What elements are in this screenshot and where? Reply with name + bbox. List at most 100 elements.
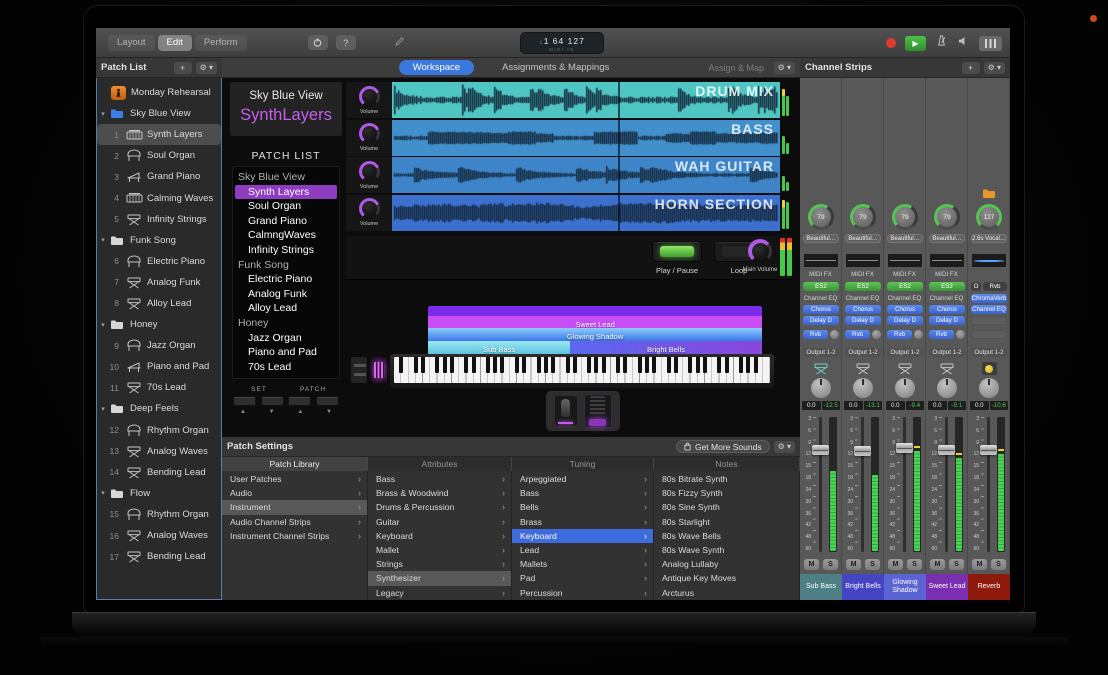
black-key[interactable] bbox=[594, 357, 598, 373]
library-item[interactable]: Brass› bbox=[512, 515, 653, 529]
play-pause-button[interactable] bbox=[652, 241, 702, 262]
send-slot[interactable]: Rvb bbox=[803, 330, 839, 339]
volume-value[interactable]: 0.0 bbox=[886, 401, 905, 410]
black-key[interactable] bbox=[688, 357, 692, 373]
black-key[interactable] bbox=[587, 357, 591, 373]
pan-knob[interactable] bbox=[895, 378, 915, 398]
smart-control-knob[interactable]: 79 bbox=[808, 204, 834, 230]
screen-list-item[interactable]: Sky Blue View bbox=[235, 170, 337, 185]
audio-fx-slot[interactable]: Channel EQ bbox=[926, 295, 967, 302]
solo-button[interactable]: S bbox=[949, 559, 964, 570]
patch-list-row-patch[interactable]: 14Bending Lead bbox=[97, 462, 221, 483]
library-item[interactable]: Analog Lullaby bbox=[654, 557, 799, 571]
library-item[interactable]: Bass› bbox=[368, 472, 511, 486]
set-up-button[interactable] bbox=[233, 396, 256, 406]
play-icon[interactable]: ▶ bbox=[905, 36, 926, 51]
panel-switcher-icon[interactable] bbox=[979, 36, 1002, 51]
output-slot[interactable]: Output 1-2 bbox=[971, 348, 1007, 357]
audio-fx-slot[interactable]: Delay D bbox=[803, 316, 839, 325]
speaker-icon[interactable] bbox=[957, 34, 970, 52]
audio-fx-slot[interactable]: Channel EQ bbox=[800, 295, 841, 302]
audio-fx-slot[interactable]: Channel EQ bbox=[884, 295, 925, 302]
patch-list-row-set[interactable]: ▾Deep Feels bbox=[97, 398, 221, 419]
library-item[interactable]: Keyboard› bbox=[512, 529, 653, 543]
empty-send-slot[interactable] bbox=[971, 330, 1007, 339]
eq-thumbnail[interactable] bbox=[930, 254, 964, 267]
volume-value[interactable]: 0.0 bbox=[844, 401, 863, 410]
send-slot[interactable]: Rvb bbox=[845, 330, 881, 339]
layer-bright-bells[interactable]: Bright Bells bbox=[570, 341, 762, 354]
black-key[interactable] bbox=[725, 357, 729, 373]
library-item[interactable]: Drums & Percussion› bbox=[368, 500, 511, 514]
mode-edit-button[interactable]: Edit bbox=[158, 35, 192, 51]
black-key[interactable] bbox=[703, 357, 707, 373]
library-item[interactable]: 80s Wave Bells bbox=[654, 529, 799, 543]
output-slot[interactable]: Output 1-2 bbox=[929, 348, 965, 357]
black-key[interactable] bbox=[450, 357, 454, 373]
audio-fx-slot[interactable]: Delay D bbox=[887, 316, 923, 325]
smart-control-knob[interactable]: 127 bbox=[976, 204, 1002, 230]
channel-nameplate[interactable]: Sub Bass bbox=[800, 574, 842, 600]
patch-list-row-patch[interactable]: 2Soul Organ bbox=[97, 145, 221, 166]
fader-cap[interactable] bbox=[812, 445, 829, 455]
send-level-knob[interactable] bbox=[956, 330, 965, 339]
audio-fx-slot[interactable]: Chorus bbox=[845, 305, 881, 314]
library-item[interactable]: Pad› bbox=[512, 571, 653, 585]
library-item[interactable]: Arcturus bbox=[654, 586, 799, 600]
channel-strips-action-menu-icon[interactable]: ⚙ ▾ bbox=[984, 62, 1005, 74]
track-volume-knob[interactable] bbox=[359, 123, 380, 144]
waveform-display[interactable]: WAH GUITAR bbox=[392, 157, 780, 193]
black-key[interactable] bbox=[739, 357, 743, 373]
library-item[interactable]: Lead› bbox=[512, 543, 653, 557]
set-down-button[interactable] bbox=[261, 396, 284, 406]
channel-setting-name[interactable]: Beautiful… bbox=[845, 234, 881, 243]
patch-list-row-concert[interactable]: Monday Rehearsal bbox=[97, 82, 221, 103]
library-item[interactable]: 80s Sine Synth bbox=[654, 500, 799, 514]
midi-fx-slot[interactable]: MIDI FX bbox=[884, 271, 925, 278]
library-item[interactable]: Percussion› bbox=[512, 586, 653, 600]
solo-button[interactable]: S bbox=[823, 559, 838, 570]
library-item[interactable]: Keyboard› bbox=[368, 529, 511, 543]
black-key[interactable] bbox=[674, 357, 678, 373]
send-level-knob[interactable] bbox=[872, 330, 881, 339]
patch-list-row-patch[interactable]: 7Analog Funk bbox=[97, 272, 221, 293]
pan-knob[interactable] bbox=[979, 378, 999, 398]
black-key[interactable] bbox=[566, 357, 570, 373]
mute-button[interactable]: M bbox=[888, 559, 903, 570]
channel-setting-name[interactable]: 2.6s Vocal… bbox=[971, 234, 1007, 243]
library-item[interactable]: Audio Channel Strips› bbox=[222, 515, 367, 529]
main-volume-knob[interactable] bbox=[748, 239, 772, 263]
piano-keys[interactable] bbox=[394, 357, 770, 383]
black-key[interactable] bbox=[464, 357, 468, 373]
instrument-slot[interactable]: ES2 bbox=[803, 282, 839, 291]
track-volume-knob[interactable] bbox=[359, 86, 380, 107]
onscreen-keyboard[interactable] bbox=[390, 354, 774, 388]
assign-map-button[interactable]: Assign & Map bbox=[708, 63, 764, 73]
instrument-slot[interactable]: ES2 bbox=[845, 282, 881, 291]
mute-button[interactable]: M bbox=[930, 559, 945, 570]
layer-sweet-lead[interactable]: Sweet Lead bbox=[428, 306, 762, 328]
patch-list-action-menu-icon[interactable]: ⚙ ▾ bbox=[196, 62, 217, 74]
solo-button[interactable]: S bbox=[907, 559, 922, 570]
pan-knob[interactable] bbox=[937, 378, 957, 398]
patch-list-row-set[interactable]: ▾Funk Song bbox=[97, 230, 221, 251]
library-item[interactable]: Strings› bbox=[368, 557, 511, 571]
black-key[interactable] bbox=[652, 357, 656, 373]
audio-fx-slot[interactable]: Channel EQ bbox=[842, 295, 883, 302]
volume-value[interactable]: 0.0 bbox=[802, 401, 821, 410]
patch-list-row-set[interactable]: ▾Honey bbox=[97, 314, 221, 335]
peak-value[interactable]: -9.1 bbox=[948, 401, 967, 410]
library-item[interactable]: Brass & Woodwind› bbox=[368, 486, 511, 500]
waveform-display[interactable]: DRUM MIX bbox=[392, 82, 780, 118]
black-key[interactable] bbox=[421, 357, 425, 373]
audio-fx-slot[interactable]: Chorus bbox=[803, 305, 839, 314]
library-item[interactable]: Bells› bbox=[512, 500, 653, 514]
disclosure-chevron-icon[interactable]: ▾ bbox=[97, 110, 109, 118]
screen-list-item[interactable]: Analog Funk bbox=[235, 287, 337, 302]
mode-perform-button[interactable]: Perform bbox=[195, 35, 247, 51]
black-key[interactable] bbox=[638, 357, 642, 373]
add-patch-button[interactable]: + bbox=[174, 62, 192, 74]
black-key[interactable] bbox=[667, 357, 671, 373]
black-key[interactable] bbox=[399, 357, 403, 373]
audio-fx-slot[interactable]: Chorus bbox=[887, 305, 923, 314]
